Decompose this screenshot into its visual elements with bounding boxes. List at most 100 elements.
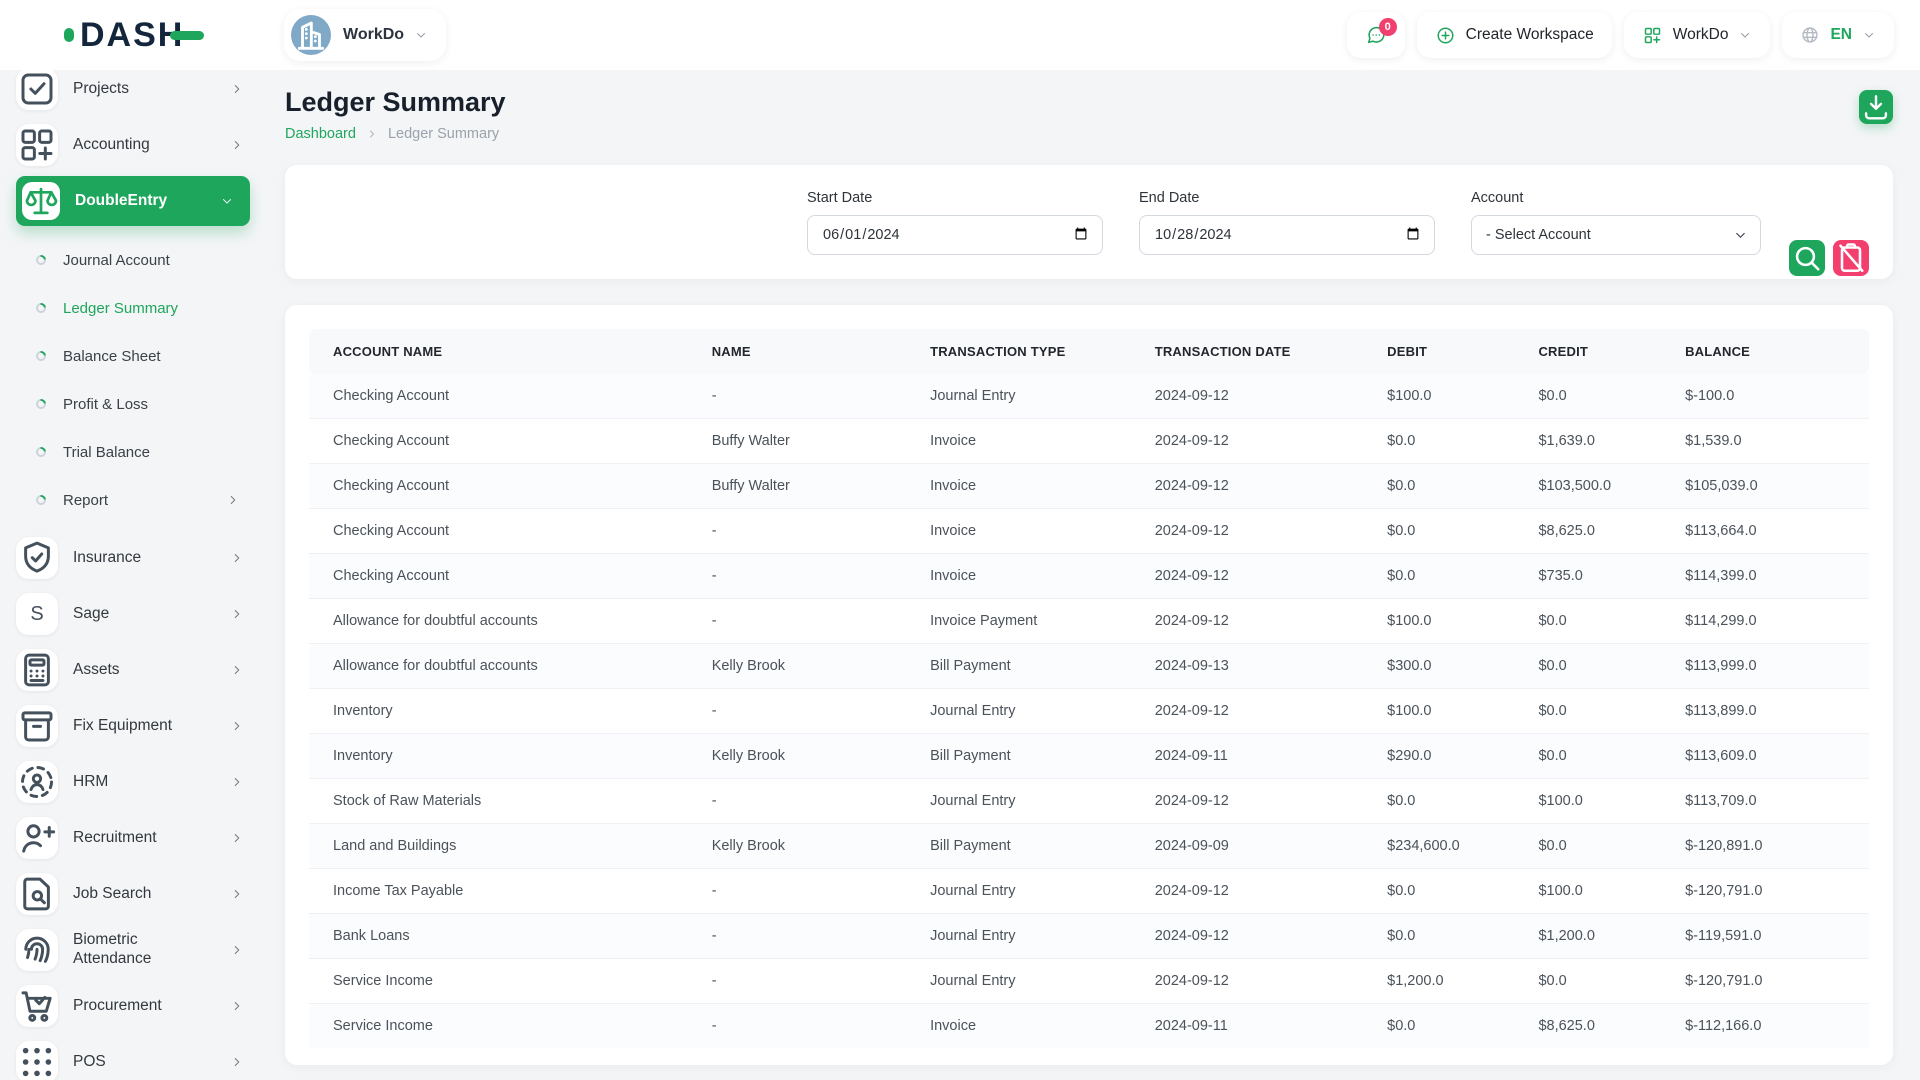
end-date-input[interactable]	[1139, 215, 1435, 255]
sidebar-subitem-report[interactable]: Report	[16, 476, 262, 524]
workspace-switcher[interactable]: WorkDo	[284, 9, 446, 61]
app-menu-dropdown[interactable]: WorkDo	[1624, 12, 1771, 58]
cell-account-name: Service Income	[309, 1004, 704, 1049]
sidebar-subitem-label: Trial Balance	[63, 444, 150, 461]
download-button[interactable]	[1859, 90, 1893, 124]
cell-debit: $0.0	[1379, 419, 1530, 464]
cell-debit: $100.0	[1379, 599, 1530, 644]
language-dropdown[interactable]: EN	[1782, 12, 1894, 58]
sidebar-item-accounting[interactable]: Accounting	[16, 117, 262, 173]
table-header-row: ACCOUNT NAMENAMETRANSACTION TYPETRANSACT…	[309, 329, 1869, 374]
cell-account-name: Income Tax Payable	[309, 869, 704, 914]
cell-transaction-type: Bill Payment	[922, 734, 1147, 779]
filter-panel: Start Date End Date Account - Select Acc…	[285, 165, 1893, 279]
cell-balance: $113,609.0	[1677, 734, 1869, 779]
sidebar-item-label: Assets	[73, 661, 120, 680]
table-row: Service Income-Journal Entry2024-09-12$1…	[309, 959, 1869, 1004]
bullet-icon	[34, 397, 48, 411]
sidebar-subitem-ledger-summary[interactable]: Ledger Summary	[16, 284, 262, 332]
messages-button[interactable]: 0	[1347, 12, 1405, 58]
column-header-balance: BALANCE	[1677, 329, 1869, 374]
chevron-down-icon	[1738, 28, 1752, 42]
ledger-table: ACCOUNT NAMENAMETRANSACTION TYPETRANSACT…	[309, 329, 1869, 1048]
bullet-icon	[34, 445, 48, 459]
breadcrumb-dashboard-link[interactable]: Dashboard	[285, 126, 356, 142]
sidebar-item-fix-equipment[interactable]: Fix Equipment	[16, 698, 262, 754]
cell-debit: $100.0	[1379, 374, 1530, 419]
apply-filter-button[interactable]	[1789, 240, 1825, 276]
grid-plus-icon	[16, 124, 58, 166]
sidebar-item-insurance[interactable]: Insurance	[16, 530, 262, 586]
sidebar-subitem-journal-account[interactable]: Journal Account	[16, 236, 262, 284]
cell-transaction-date: 2024-09-13	[1147, 644, 1379, 689]
column-header-debit: DEBIT	[1379, 329, 1530, 374]
sidebar-subitem-balance-sheet[interactable]: Balance Sheet	[16, 332, 262, 380]
table-row: Stock of Raw Materials-Journal Entry2024…	[309, 779, 1869, 824]
table-row: Land and BuildingsKelly BrookBill Paymen…	[309, 824, 1869, 869]
cell-transaction-type: Journal Entry	[922, 869, 1147, 914]
fingerprint-icon	[16, 929, 58, 971]
sidebar-item-assets[interactable]: Assets	[16, 642, 262, 698]
chevron-right-icon	[230, 1055, 244, 1069]
sidebar-item-hrm[interactable]: HRM	[16, 754, 262, 810]
sidebar-item-job-search[interactable]: Job Search	[16, 866, 262, 922]
sidebar-item-label: Fix Equipment	[73, 717, 172, 736]
globe-icon	[1800, 25, 1820, 45]
cell-account-name: Checking Account	[309, 509, 704, 554]
cell-credit: $100.0	[1530, 779, 1677, 824]
cell-credit: $8,625.0	[1530, 1004, 1677, 1049]
start-date-input[interactable]	[807, 215, 1103, 255]
chevron-right-icon	[230, 551, 244, 565]
sidebar-item-label: Sage	[73, 605, 109, 624]
sidebar-subitem-label: Ledger Summary	[63, 300, 178, 317]
cell-transaction-type: Invoice	[922, 1004, 1147, 1049]
cell-debit: $100.0	[1379, 689, 1530, 734]
grid-plus-icon	[1642, 25, 1663, 46]
cell-account-name: Checking Account	[309, 374, 704, 419]
cell-transaction-type: Journal Entry	[922, 374, 1147, 419]
cell-credit: $0.0	[1530, 644, 1677, 689]
cell-name: Kelly Brook	[704, 824, 922, 869]
account-select[interactable]: - Select Account	[1471, 215, 1761, 255]
cell-account-name: Service Income	[309, 959, 704, 1004]
chevron-right-icon	[230, 775, 244, 789]
cell-debit: $0.0	[1379, 914, 1530, 959]
sidebar-item-recruitment[interactable]: Recruitment	[16, 810, 262, 866]
chevron-right-icon	[230, 719, 244, 733]
scale-icon	[22, 182, 60, 220]
cell-transaction-type: Invoice	[922, 554, 1147, 599]
sidebar-item-sage[interactable]: SSage	[16, 586, 262, 642]
cell-credit: $100.0	[1530, 869, 1677, 914]
sidebar-item-pos[interactable]: POS	[16, 1034, 262, 1080]
sidebar-item-label: Recruitment	[73, 829, 157, 848]
sidebar-subitem-profit-loss[interactable]: Profit & Loss	[16, 380, 262, 428]
cell-name: Buffy Walter	[704, 419, 922, 464]
sidebar-subitem-label: Report	[63, 492, 108, 509]
reset-filter-button[interactable]	[1833, 240, 1869, 276]
bullet-icon	[34, 253, 48, 267]
column-header-credit: CREDIT	[1530, 329, 1677, 374]
cell-name: Buffy Walter	[704, 464, 922, 509]
breadcrumb: Dashboard Ledger Summary	[285, 126, 1893, 142]
cell-credit: $0.0	[1530, 824, 1677, 869]
sidebar-item-projects[interactable]: Projects	[16, 70, 262, 117]
cell-transaction-type: Journal Entry	[922, 914, 1147, 959]
sidebar-item-procurement[interactable]: Procurement	[16, 978, 262, 1034]
cell-balance: $113,709.0	[1677, 779, 1869, 824]
chevron-right-icon	[230, 607, 244, 621]
end-date-label: End Date	[1139, 190, 1435, 206]
sidebar-subitem-trial-balance[interactable]: Trial Balance	[16, 428, 262, 476]
sidebar-item-label: POS	[73, 1053, 106, 1072]
cell-transaction-type: Invoice	[922, 464, 1147, 509]
cell-balance: $114,299.0	[1677, 599, 1869, 644]
sidebar-item-label: Procurement	[73, 997, 162, 1016]
sidebar-item-doubleentry[interactable]: DoubleEntry	[16, 176, 250, 226]
sidebar-item-biometric-attendance[interactable]: Biometric Attendance	[16, 922, 262, 978]
cell-name: -	[704, 509, 922, 554]
cell-debit: $234,600.0	[1379, 824, 1530, 869]
create-workspace-button[interactable]: Create Workspace	[1417, 12, 1612, 58]
cell-credit: $0.0	[1530, 599, 1677, 644]
chat-badge: 0	[1379, 18, 1397, 36]
chevron-down-icon	[414, 28, 428, 42]
sidebar-subitem-label: Profit & Loss	[63, 396, 148, 413]
